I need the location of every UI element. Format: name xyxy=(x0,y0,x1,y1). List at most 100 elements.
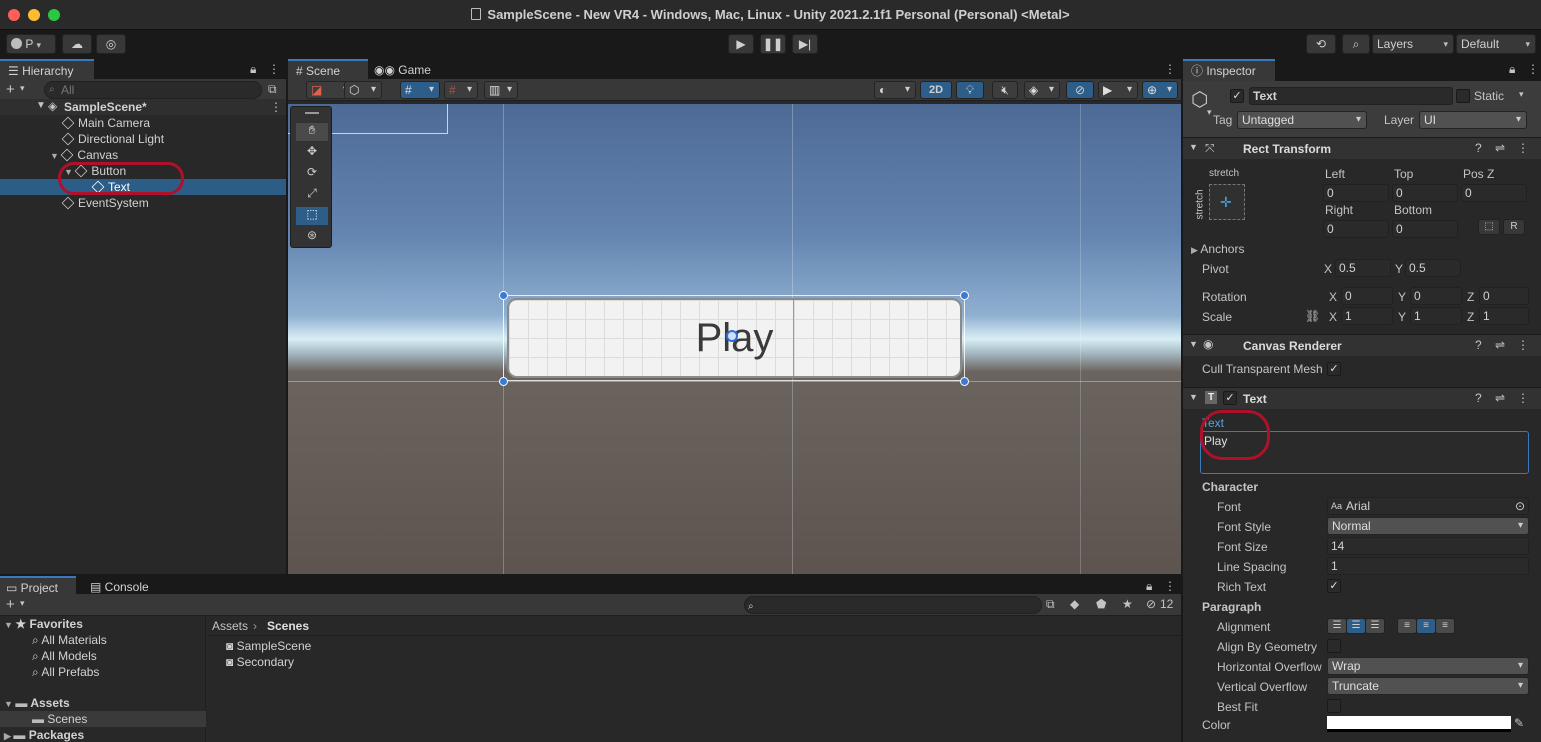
more-options-icon[interactable]: ⋮ xyxy=(1527,62,1539,76)
static-dropdown-icon[interactable]: ▾ xyxy=(1519,89,1524,100)
hierarchy-item-eventsystem[interactable]: EventSystem xyxy=(61,195,149,211)
right-field[interactable]: 0 xyxy=(1323,220,1389,238)
component-menu-icon[interactable]: ⋮ xyxy=(1517,391,1529,405)
lock-icon[interactable]: 🔒︎ xyxy=(1509,62,1515,77)
effects-dropdown[interactable]: ◈ xyxy=(1024,81,1060,99)
scale-tool-icon[interactable]: ⤢ xyxy=(296,186,328,204)
expand-arrow-icon[interactable]: ▼ xyxy=(50,151,61,161)
search-by-type-icon[interactable]: ⧉ xyxy=(1046,597,1055,612)
help-icon[interactable]: ? xyxy=(1475,141,1482,155)
pivot-y-field[interactable]: 0.5 xyxy=(1405,259,1461,277)
help-icon[interactable]: ? xyxy=(1475,391,1482,405)
layout-dropdown[interactable]: Default ▾ xyxy=(1456,34,1536,54)
rect-tool-icon[interactable]: ⬚ xyxy=(296,207,328,225)
best-fit-checkbox[interactable] xyxy=(1327,699,1341,713)
hierarchy-item-canvas[interactable]: ▼ Canvas xyxy=(50,147,118,163)
blueprint-mode-button[interactable]: ⬚ xyxy=(1478,219,1500,235)
rotation-z-field[interactable]: 0 xyxy=(1479,287,1529,305)
left-field[interactable]: 0 xyxy=(1323,184,1389,202)
constrain-proportions-icon[interactable]: ⛓︎ xyxy=(1305,309,1320,323)
scene-row[interactable]: ▼ ◈ SampleScene* ⋮ xyxy=(0,99,286,115)
pause-button[interactable]: ❚❚ xyxy=(760,34,786,54)
project-search-input[interactable]: ⌕ xyxy=(744,596,1042,614)
favorite-all-models[interactable]: ⌕ All Models xyxy=(32,648,97,664)
drag-handle-icon[interactable] xyxy=(305,112,319,114)
resize-handle-bottom-left[interactable] xyxy=(499,377,508,386)
scene-visibility-toggle[interactable]: ⊘ xyxy=(1066,81,1094,99)
canvas-renderer-header[interactable]: ▼ ◉ Canvas Renderer ? ⇌ ⋮ xyxy=(1183,334,1541,356)
audio-toggle[interactable]: 🔇︎ xyxy=(992,81,1018,99)
render-mode-dropdown[interactable]: ⬡ xyxy=(344,81,382,99)
text-enabled-checkbox[interactable]: ✓ xyxy=(1223,391,1237,405)
camera-dropdown[interactable]: ▶ xyxy=(1098,81,1138,99)
preset-icon[interactable]: ⇌ xyxy=(1495,391,1505,405)
chevron-down-icon[interactable]: ▾ xyxy=(20,598,25,609)
tab-game[interactable]: ◉◉ Game xyxy=(372,59,442,81)
anchor-presets-button[interactable]: ✛ xyxy=(1209,184,1245,220)
layer-dropdown[interactable]: UI xyxy=(1419,111,1527,129)
resize-handle-bottom-right[interactable] xyxy=(960,377,969,386)
align-by-geometry-checkbox[interactable] xyxy=(1327,639,1341,653)
search-button[interactable]: ⌕ xyxy=(1342,34,1370,54)
collapse-arrow-icon[interactable]: ▼ xyxy=(1189,142,1198,152)
font-size-field[interactable]: 14 xyxy=(1327,537,1529,555)
pivot-x-field[interactable]: 0.5 xyxy=(1335,259,1391,277)
2d-toggle-button[interactable]: 2D xyxy=(920,81,952,99)
rotation-x-field[interactable]: 0 xyxy=(1341,287,1393,305)
expand-arrow-icon[interactable]: ▼ xyxy=(4,620,15,630)
hierarchy-search-input[interactable]: ⌕ All xyxy=(44,81,262,99)
vertical-overflow-dropdown[interactable]: Truncate xyxy=(1327,677,1529,695)
undo-history-button[interactable]: ⟲ xyxy=(1306,34,1336,54)
resize-handle-top-left[interactable] xyxy=(499,291,508,300)
hand-tool-icon[interactable]: ✋︎ xyxy=(296,123,328,141)
hierarchy-item-directional-light[interactable]: Directional Light xyxy=(61,131,164,147)
hidden-packages-icon[interactable]: ⊘ xyxy=(1146,597,1156,611)
transform-tool-icon[interactable]: ⊛ xyxy=(296,228,328,246)
collapse-arrow-icon[interactable]: ▼ xyxy=(1189,392,1198,402)
tag-dropdown[interactable]: Untagged xyxy=(1237,111,1367,129)
more-options-icon[interactable]: ⋮ xyxy=(1164,62,1176,76)
increment-snap-dropdown[interactable]: # xyxy=(444,81,478,99)
eyedropper-icon[interactable]: ✎ xyxy=(1514,716,1524,730)
breadcrumb-assets[interactable]: Assets xyxy=(212,619,248,633)
file-item-secondary[interactable]: ◙ Secondary xyxy=(226,654,294,670)
tab-scene[interactable]: # Scene xyxy=(288,59,368,81)
top-field[interactable]: 0 xyxy=(1392,184,1458,202)
object-name-field[interactable]: Text xyxy=(1249,87,1453,105)
scale-z-field[interactable]: 1 xyxy=(1479,307,1529,325)
gizmos-dropdown[interactable]: ⊕ xyxy=(1142,81,1178,99)
component-menu-icon[interactable]: ⋮ xyxy=(1517,141,1529,155)
align-center-button[interactable]: ☰ xyxy=(1346,618,1366,634)
resize-handle-top-right[interactable] xyxy=(960,291,969,300)
layers-dropdown[interactable]: Layers ▾ xyxy=(1372,34,1454,54)
rect-transform-header[interactable]: ▼ ⤧ Rect Transform ? ⇌ ⋮ xyxy=(1183,137,1541,159)
scene-viewport[interactable]: ✋︎ ✥ ⟳ ⤢ ⬚ ⊛ Play xyxy=(288,104,1181,574)
lighting-toggle[interactable]: 💡︎ xyxy=(956,81,984,99)
raw-edit-button[interactable]: R xyxy=(1503,219,1525,235)
play-button[interactable]: ▶ xyxy=(728,34,754,54)
align-middle-button[interactable]: ≡ xyxy=(1416,618,1436,634)
font-style-dropdown[interactable]: Normal xyxy=(1327,517,1529,535)
preset-icon[interactable]: ⇌ xyxy=(1495,141,1505,155)
file-item-samplescene[interactable]: ◙ SampleScene xyxy=(226,638,311,654)
expand-arrow-icon[interactable]: ▶ xyxy=(1191,245,1200,255)
line-spacing-field[interactable]: 1 xyxy=(1327,557,1529,575)
favorite-star-icon[interactable]: ★ xyxy=(1122,597,1133,611)
create-add-icon[interactable]: + xyxy=(6,596,15,613)
align-right-button[interactable]: ☰ xyxy=(1365,618,1385,634)
rich-text-checkbox[interactable]: ✓ xyxy=(1327,579,1341,593)
preset-icon[interactable]: ⇌ xyxy=(1495,338,1505,352)
tab-inspector[interactable]: ⓘ Inspector xyxy=(1183,59,1275,81)
ruler-dropdown[interactable]: ▥ xyxy=(484,81,518,99)
color-swatch[interactable] xyxy=(1327,716,1511,732)
expand-arrow-icon[interactable]: ▼ xyxy=(4,699,15,709)
packages-folder[interactable]: ▶ ▬ Packages xyxy=(4,727,84,742)
more-options-icon[interactable]: ⋮ xyxy=(1164,579,1176,593)
scenes-folder-row[interactable]: ▬ Scenes xyxy=(0,711,206,727)
rotate-tool-icon[interactable]: ⟳ xyxy=(296,165,328,183)
label-icon[interactable]: ⬟ xyxy=(1096,597,1106,611)
more-options-icon[interactable]: ⋮ xyxy=(268,62,280,76)
snap-grid-dropdown[interactable]: # xyxy=(400,81,440,99)
lock-icon[interactable]: 🔒︎ xyxy=(1146,579,1152,594)
breadcrumb-scenes[interactable]: Scenes xyxy=(267,619,309,633)
